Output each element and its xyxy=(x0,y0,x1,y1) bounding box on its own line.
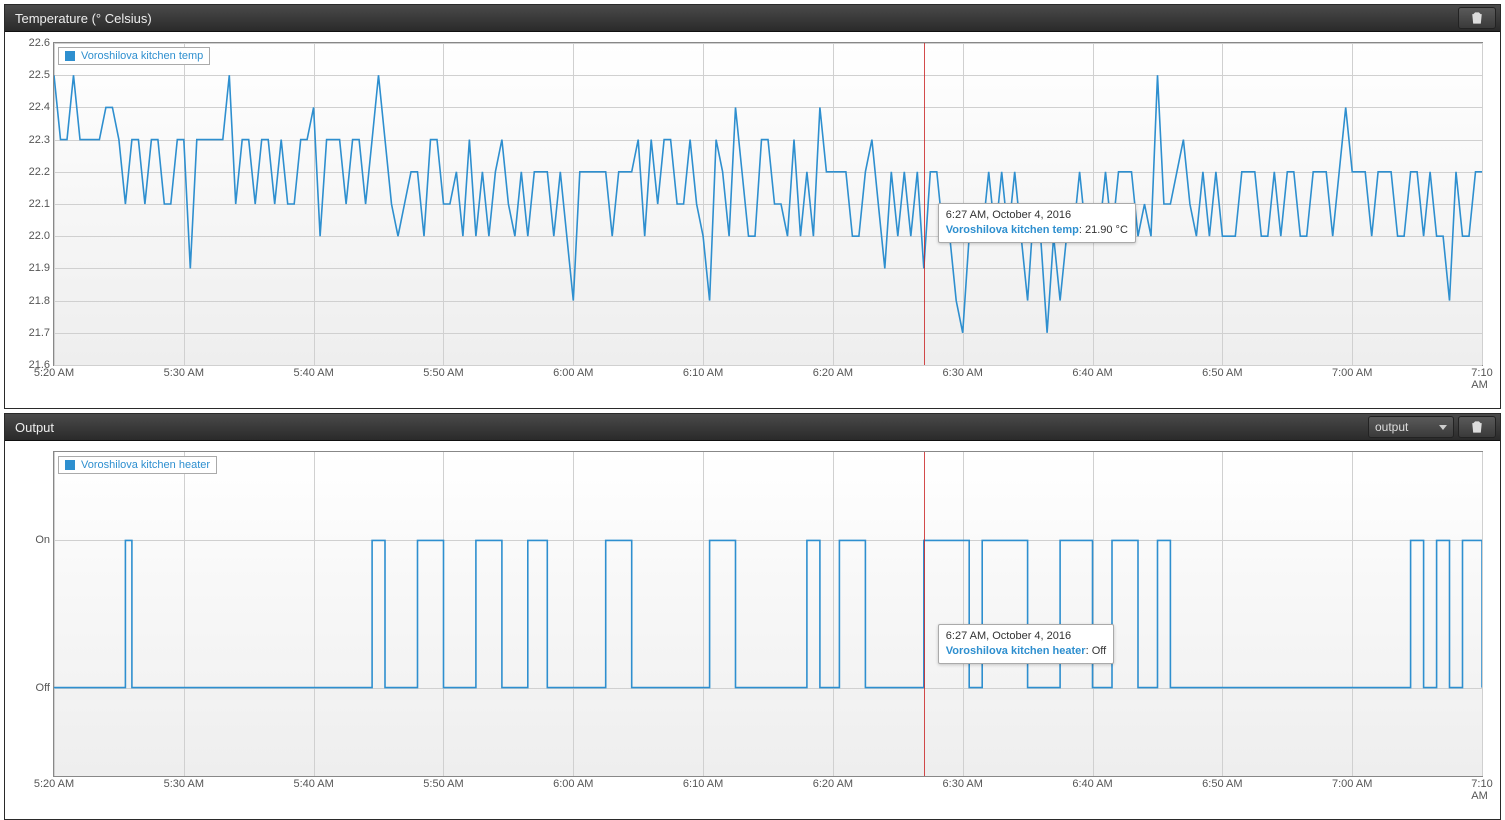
output-chart-series-line xyxy=(54,452,1482,776)
trash-icon xyxy=(1471,421,1483,433)
x-tick-label: 7:00 AM xyxy=(1332,367,1372,379)
output-mode-select[interactable]: output xyxy=(1368,416,1454,438)
x-tick-label: 6:40 AM xyxy=(1072,367,1112,379)
legend-label: Voroshilova kitchen temp xyxy=(81,50,203,62)
x-tick-label: 5:50 AM xyxy=(423,367,463,379)
temperature-panel-header: Temperature (° Celsius) xyxy=(5,5,1500,32)
tooltip-value: 21.90 °C xyxy=(1085,224,1128,236)
legend-swatch xyxy=(65,460,75,470)
x-tick-label: 6:00 AM xyxy=(553,778,593,790)
output-panel-title: Output xyxy=(15,420,54,435)
output-panel: Output output Off On 5:20 AM 5:30 AM 5:40 AM… xyxy=(4,413,1501,820)
x-tick-label: 6:10 AM xyxy=(683,778,723,790)
trash-icon xyxy=(1471,12,1483,24)
output-chart-legend[interactable]: Voroshilova kitchen heater xyxy=(58,456,217,474)
x-tick-label: 5:30 AM xyxy=(164,367,204,379)
y-tick-label: 22.6 xyxy=(29,37,50,49)
legend-label: Voroshilova kitchen heater xyxy=(81,459,210,471)
x-tick-label: 7:00 AM xyxy=(1332,778,1372,790)
x-tick-label: 6:40 AM xyxy=(1072,778,1112,790)
temperature-chart[interactable]: 21.621.721.821.922.022.122.222.322.422.5… xyxy=(53,42,1483,366)
y-tick-label: 21.8 xyxy=(29,295,50,307)
x-tick-label: 6:00 AM xyxy=(553,367,593,379)
temperature-chart-series-line xyxy=(54,43,1482,365)
output-panel-body: Off On 5:20 AM 5:30 AM 5:40 AM 5:50 AM 6:00 AM… xyxy=(5,441,1500,819)
temperature-panel-title: Temperature (° Celsius) xyxy=(15,11,152,26)
tooltip-series: Voroshilova kitchen temp xyxy=(946,224,1079,236)
x-tick-label: 7:10 AM xyxy=(1471,367,1492,391)
y-tick-label: 22.4 xyxy=(29,101,50,113)
y-tick-label: On xyxy=(35,534,50,546)
x-tick-label: 5:30 AM xyxy=(164,778,204,790)
y-tick-label: 21.7 xyxy=(29,327,50,339)
legend-swatch xyxy=(65,51,75,61)
chevron-down-icon xyxy=(1439,425,1447,430)
output-panel-header: Output output xyxy=(5,414,1500,441)
y-tick-label: 22.0 xyxy=(29,230,50,242)
crosshair xyxy=(924,452,925,776)
temperature-delete-button[interactable] xyxy=(1458,7,1496,29)
x-tick-label: 7:10 AM xyxy=(1471,778,1492,802)
x-tick-label: 5:50 AM xyxy=(423,778,463,790)
x-tick-label: 6:50 AM xyxy=(1202,778,1242,790)
x-tick-label: 5:40 AM xyxy=(293,367,333,379)
output-chart[interactable]: OffOn5:20 AM5:30 AM5:40 AM5:50 AM6:00 AM… xyxy=(53,451,1483,777)
crosshair xyxy=(924,43,925,365)
output-delete-button[interactable] xyxy=(1458,416,1496,438)
x-tick-label: 6:30 AM xyxy=(943,367,983,379)
x-tick-label: 6:20 AM xyxy=(813,367,853,379)
x-tick-label: 6:10 AM xyxy=(683,367,723,379)
y-tick-label: Off xyxy=(36,682,50,694)
tooltip-time: 6:27 AM, October 4, 2016 xyxy=(946,208,1128,223)
x-tick-label: 6:20 AM xyxy=(813,778,853,790)
x-tick-label: 5:20 AM xyxy=(34,367,74,379)
output-chart-tooltip: 6:27 AM, October 4, 2016Voroshilova kitc… xyxy=(938,624,1114,664)
temperature-panel: Temperature (° Celsius) 21.621.721.821.9… xyxy=(4,4,1501,409)
temperature-panel-body: 21.621.721.821.922.022.122.222.322.422.5… xyxy=(5,32,1500,408)
x-tick-label: 5:40 AM xyxy=(293,778,333,790)
y-tick-label: 22.2 xyxy=(29,166,50,178)
tooltip-series: Voroshilova kitchen heater xyxy=(946,645,1086,657)
tooltip-time: 6:27 AM, October 4, 2016 xyxy=(946,629,1106,644)
tooltip-value: Off xyxy=(1092,645,1106,657)
temperature-chart-tooltip: 6:27 AM, October 4, 2016Voroshilova kitc… xyxy=(938,203,1136,243)
y-tick-label: 22.1 xyxy=(29,198,50,210)
x-tick-label: 5:20 AM xyxy=(34,778,74,790)
y-tick-label: 22.5 xyxy=(29,69,50,81)
x-tick-label: 6:30 AM xyxy=(943,778,983,790)
temperature-chart-legend[interactable]: Voroshilova kitchen temp xyxy=(58,47,210,65)
x-tick-label: 6:50 AM xyxy=(1202,367,1242,379)
output-mode-select-label: output xyxy=(1375,420,1408,434)
y-tick-label: 22.3 xyxy=(29,134,50,146)
y-tick-label: 21.9 xyxy=(29,262,50,274)
